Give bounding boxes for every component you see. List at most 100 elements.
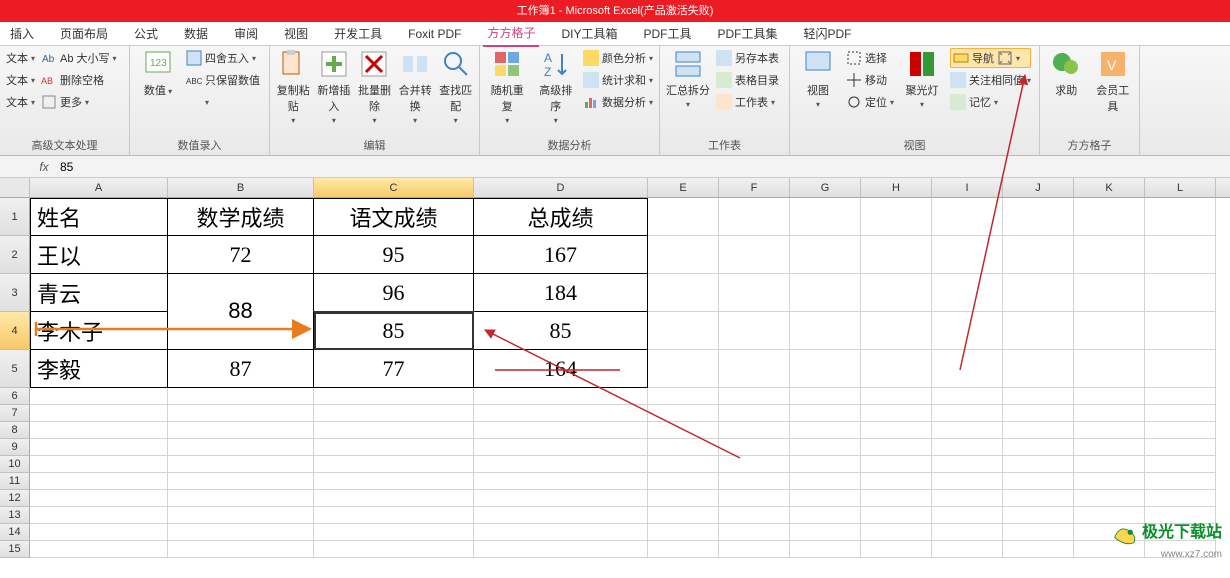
nav-btn[interactable]: 导航 ▾: [950, 48, 1031, 68]
cell-A5[interactable]: 李毅: [30, 350, 168, 388]
col-header-D[interactable]: D: [474, 178, 648, 197]
cell-D2[interactable]: 167: [474, 236, 648, 274]
tab-data[interactable]: 数据: [180, 22, 212, 46]
cell-B2[interactable]: 72: [168, 236, 314, 274]
row-header-4[interactable]: 4: [0, 312, 30, 350]
cell-L1[interactable]: [1145, 198, 1216, 236]
tab-view[interactable]: 视图: [280, 22, 312, 46]
row-header-6[interactable]: 6: [0, 388, 30, 405]
cell-D3[interactable]: 184: [474, 274, 648, 312]
row-header-8[interactable]: 8: [0, 422, 30, 439]
row-header-12[interactable]: 12: [0, 490, 30, 507]
col-header-B[interactable]: B: [168, 178, 314, 197]
tab-fangfang[interactable]: 方方格子: [483, 21, 539, 47]
cell-C5[interactable]: 77: [314, 350, 474, 388]
select-all-corner[interactable]: [0, 178, 30, 197]
move-btn[interactable]: 移动: [846, 70, 894, 90]
cell-F1[interactable]: [719, 198, 790, 236]
blank-btn[interactable]: ▾: [186, 92, 260, 112]
cell-A3[interactable]: 青云: [30, 274, 168, 312]
cell-D5[interactable]: 164: [474, 350, 648, 388]
vip-btn[interactable]: V会员工具: [1093, 48, 1134, 114]
col-header-J[interactable]: J: [1003, 178, 1074, 197]
cell-E1[interactable]: [648, 198, 719, 236]
text-btn-3[interactable]: 文本 ▾: [6, 92, 35, 112]
cell-A4[interactable]: 李木子: [30, 312, 168, 350]
tab-pdf2[interactable]: PDF工具集: [714, 22, 782, 46]
cell-C2[interactable]: 95: [314, 236, 474, 274]
saveas-sheet[interactable]: 另存本表: [716, 48, 779, 68]
tab-diy[interactable]: DIY工具箱: [557, 22, 621, 46]
cell-I1[interactable]: [932, 198, 1003, 236]
memory-btn[interactable]: 记忆▾: [950, 92, 1031, 112]
insert-btn[interactable]: 新增插入▾: [317, 48, 352, 125]
cell-B4[interactable]: 88: [228, 298, 252, 324]
col-header-E[interactable]: E: [648, 178, 719, 197]
merge-btn[interactable]: 合并转换▾: [398, 48, 433, 125]
col-header-H[interactable]: H: [861, 178, 932, 197]
row-header-7[interactable]: 7: [0, 405, 30, 422]
cell-B5[interactable]: 87: [168, 350, 314, 388]
find-btn[interactable]: 查找匹配▾: [438, 48, 473, 125]
tab-layout[interactable]: 页面布局: [56, 22, 112, 46]
col-header-F[interactable]: F: [719, 178, 790, 197]
row-header-10[interactable]: 10: [0, 456, 30, 473]
tab-insert[interactable]: 插入: [6, 22, 38, 46]
cell-J1[interactable]: [1003, 198, 1074, 236]
value-big[interactable]: 123 数值 ▾: [136, 48, 180, 98]
col-header-C[interactable]: C: [314, 178, 474, 197]
tab-lightpdf[interactable]: 轻闪PDF: [800, 22, 856, 46]
cell-C1[interactable]: 语文成绩: [314, 198, 474, 236]
cell-K1[interactable]: [1074, 198, 1145, 236]
text-btn-2[interactable]: 文本 ▾: [6, 70, 35, 90]
tab-formulas[interactable]: 公式: [130, 22, 162, 46]
col-header-A[interactable]: A: [30, 178, 168, 197]
summary-btn[interactable]: 汇总拆分▾: [666, 48, 710, 109]
row-header-15[interactable]: 15: [0, 541, 30, 558]
sheet-btn[interactable]: 工作表▾: [716, 92, 779, 112]
spotlight-btn[interactable]: 聚光灯▾: [900, 48, 944, 109]
row-header-5[interactable]: 5: [0, 350, 30, 388]
color-analysis[interactable]: 颜色分析▾: [583, 48, 653, 68]
data-analysis[interactable]: 数据分析▾: [583, 92, 653, 112]
round-btn[interactable]: 四舍五入 ▾: [186, 48, 260, 68]
tab-dev[interactable]: 开发工具: [330, 22, 386, 46]
delete-btn[interactable]: 批量删除▾: [357, 48, 392, 125]
fx-label[interactable]: fx: [34, 160, 54, 174]
random-btn[interactable]: 随机重复▾: [486, 48, 528, 125]
row-header-11[interactable]: 11: [0, 473, 30, 490]
row-header-13[interactable]: 13: [0, 507, 30, 524]
col-header-L[interactable]: L: [1145, 178, 1216, 197]
cell-D4[interactable]: 85: [474, 312, 648, 350]
cell-A1[interactable]: 姓名: [30, 198, 168, 236]
tab-pdf1[interactable]: PDF工具: [639, 22, 695, 46]
col-header-I[interactable]: I: [932, 178, 1003, 197]
cell-B1[interactable]: 数学成绩: [168, 198, 314, 236]
help-btn[interactable]: 求助: [1046, 48, 1087, 98]
view-big[interactable]: 视图▾: [796, 48, 840, 109]
formula-input[interactable]: 85: [54, 160, 1230, 174]
tab-foxit[interactable]: Foxit PDF: [404, 22, 465, 46]
col-header-K[interactable]: K: [1074, 178, 1145, 197]
cell-C3[interactable]: 96: [314, 274, 474, 312]
copy-paste[interactable]: 复制粘贴▾: [276, 48, 311, 125]
row-header-2[interactable]: 2: [0, 236, 30, 274]
cell-G1[interactable]: [790, 198, 861, 236]
row-header-3[interactable]: 3: [0, 274, 30, 312]
cell-A2[interactable]: 王以: [30, 236, 168, 274]
col-header-G[interactable]: G: [790, 178, 861, 197]
cell-H1[interactable]: [861, 198, 932, 236]
more-btn[interactable]: 更多 ▾: [41, 92, 117, 112]
sum-btn[interactable]: 统计求和▾: [583, 70, 653, 90]
cell-C4[interactable]: 85: [314, 312, 474, 350]
trim-btn[interactable]: AB删除空格: [41, 70, 117, 90]
row-header-9[interactable]: 9: [0, 439, 30, 456]
keepnum-btn[interactable]: ABC只保留数值: [186, 70, 260, 90]
cell-D1[interactable]: 总成绩: [474, 198, 648, 236]
focus-same[interactable]: 关注相同值▾: [950, 70, 1031, 90]
case-btn[interactable]: AbAb 大小写 ▾: [41, 48, 117, 68]
row-header-1[interactable]: 1: [0, 198, 30, 236]
sort-btn[interactable]: AZ高级排序▾: [534, 48, 576, 125]
text-btn-1[interactable]: 文本 ▾: [6, 48, 35, 68]
locate-btn[interactable]: 定位▾: [846, 92, 894, 112]
